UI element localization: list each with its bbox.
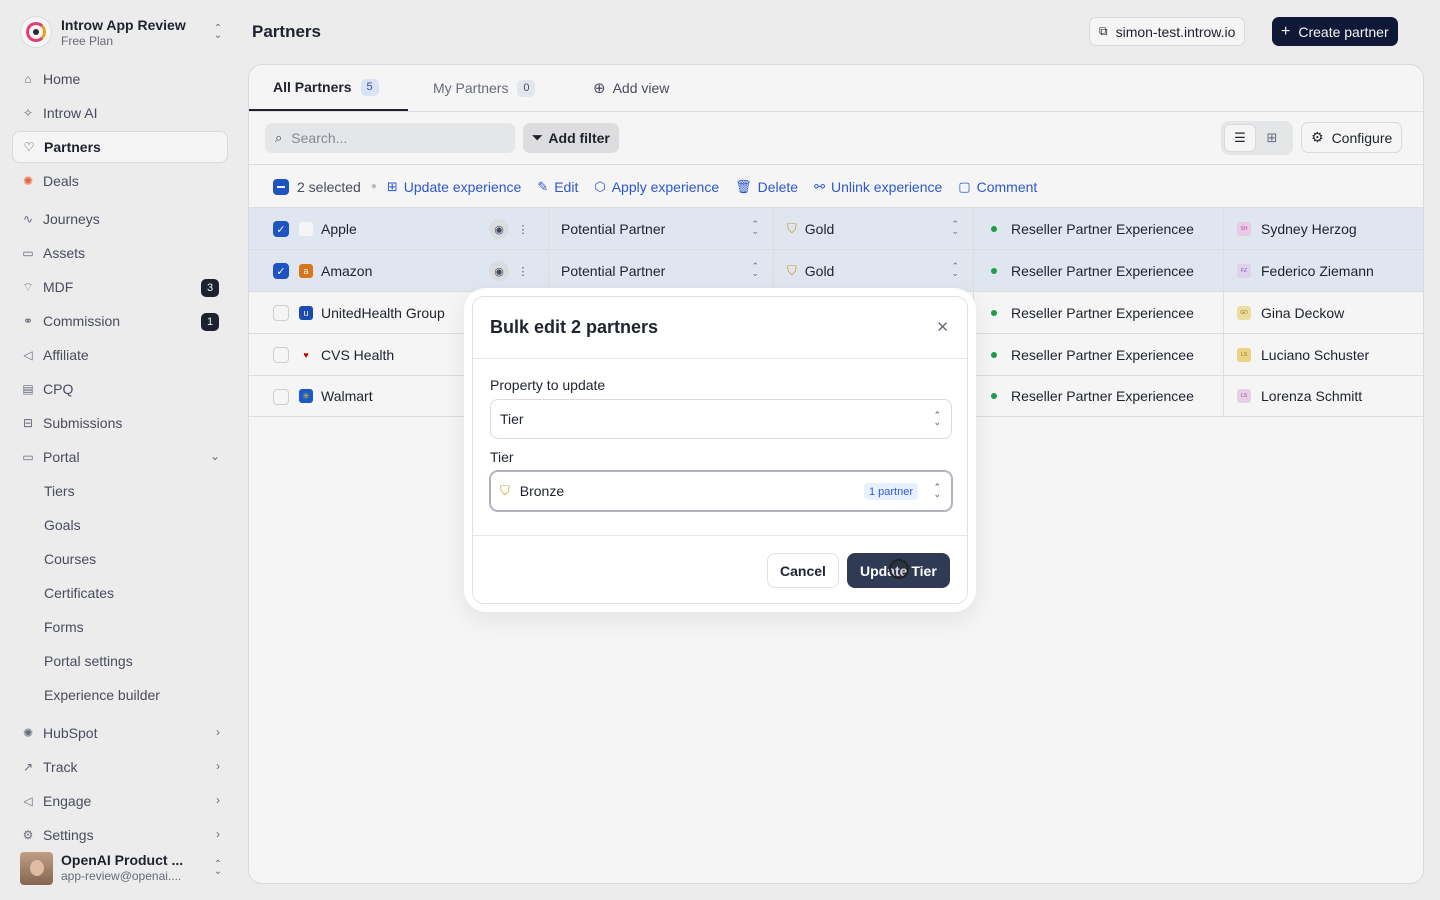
- tier-value: Bronze: [519, 483, 565, 499]
- property-label: Property to update: [490, 377, 606, 393]
- property-value: Tier: [500, 411, 524, 427]
- close-icon[interactable]: ✕: [936, 320, 949, 335]
- partner-count-badge: 1 partner: [863, 483, 918, 500]
- tier-label: Tier: [490, 449, 514, 465]
- chevron-up-down-icon: ⌃ ⌄: [933, 482, 941, 499]
- property-select[interactable]: Tier ⌃ ⌄: [490, 399, 952, 439]
- dialog-title: Bulk edit 2 partners: [490, 317, 659, 337]
- cancel-button[interactable]: Cancel: [767, 553, 839, 588]
- mouse-cursor: [889, 559, 909, 579]
- bulk-edit-dialog: Bulk edit 2 partners ✕ Property to updat…: [472, 296, 968, 604]
- chevron-up-down-icon: ⌃ ⌄: [933, 410, 941, 427]
- tier-select[interactable]: ⛉ Bronze 1 partner ⌃ ⌄: [490, 471, 952, 511]
- shield-icon: ⛉: [500, 483, 510, 498]
